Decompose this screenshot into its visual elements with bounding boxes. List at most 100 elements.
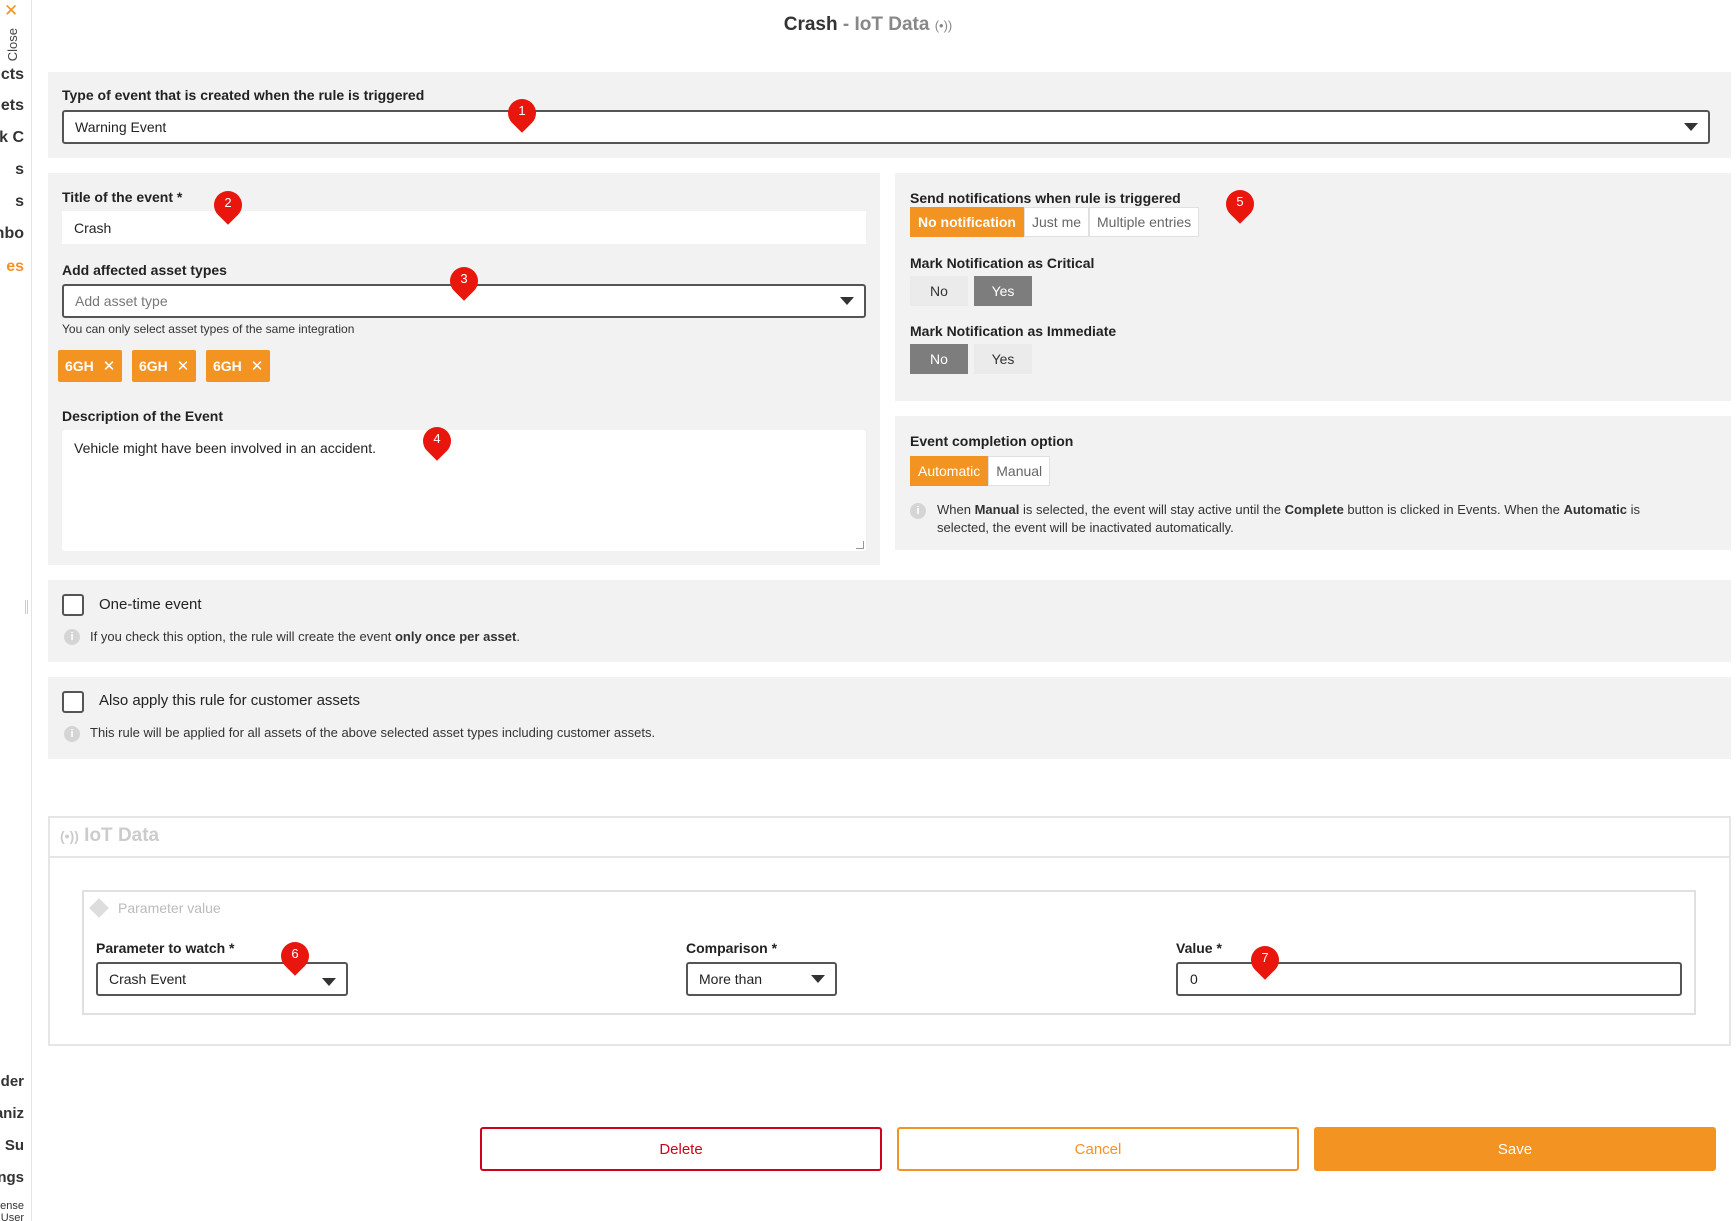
description-label: Description of the Event xyxy=(62,408,224,424)
completion-info: When Manual is selected, the event will … xyxy=(937,501,1677,537)
save-button[interactable]: Save xyxy=(1314,1127,1716,1171)
comparison-label: Comparison * xyxy=(686,940,778,956)
no-notification-option[interactable]: No notification xyxy=(910,207,1024,237)
customer-assets-checkbox[interactable] xyxy=(62,691,84,713)
asset-type-tag: 6GH ✕ xyxy=(132,350,197,382)
sidebar-item-active[interactable]: es xyxy=(6,258,24,276)
iot-data-title: (•)) IoT Data xyxy=(60,825,159,847)
event-title-value: Crash xyxy=(74,219,112,236)
one-time-info: If you check this option, the rule will … xyxy=(90,628,520,646)
resize-grip-icon[interactable] xyxy=(25,600,28,614)
customer-assets-panel xyxy=(48,677,1731,759)
sidebar-item[interactable]: aniz xyxy=(0,1105,24,1122)
iot-data-section: (•)) IoT Data Parameter value xyxy=(48,816,1731,1046)
remove-tag-icon[interactable]: ✕ xyxy=(251,357,264,375)
description-textarea[interactable]: Vehicle might have been involved in an a… xyxy=(62,430,866,551)
info-icon: i xyxy=(910,503,926,519)
immediate-toggle: No Yes xyxy=(910,344,1038,374)
page-title: Crash - IoT Data (•)) xyxy=(0,14,1736,36)
critical-label: Mark Notification as Critical xyxy=(910,255,1095,271)
one-time-label[interactable]: One-time event xyxy=(99,596,202,613)
title-separator: - xyxy=(837,14,855,35)
delete-button[interactable]: Delete xyxy=(480,1127,882,1171)
sidebar-item[interactable]: k C xyxy=(0,129,24,147)
broadcast-icon: (•)) xyxy=(60,828,79,844)
annotation-marker: 7 xyxy=(1245,940,1285,980)
event-title-input[interactable]: Crash xyxy=(62,211,866,244)
info-text: . xyxy=(516,629,520,644)
one-time-panel xyxy=(48,580,1731,662)
info-bold: only once per asset xyxy=(394,629,517,644)
iot-data-title-text: IoT Data xyxy=(84,825,160,846)
one-time-checkbox[interactable] xyxy=(62,594,84,616)
sidebar: ✕ Close cts ets k C s s hbo es der aniz … xyxy=(0,0,32,1221)
rule-type: IoT Data xyxy=(854,14,930,35)
value-text: 0 xyxy=(1190,971,1198,987)
chevron-down-icon xyxy=(1684,123,1698,131)
info-bold: Manual xyxy=(974,502,1020,517)
event-type-select[interactable]: Warning Event xyxy=(62,110,1710,144)
rule-title: Crash xyxy=(783,14,838,35)
info-icon: i xyxy=(64,629,80,645)
parameter-select[interactable]: Crash Event xyxy=(96,962,348,996)
info-text: button is clicked in Events. When the xyxy=(1343,502,1564,517)
info-bold: Automatic xyxy=(1563,502,1628,517)
immediate-no-option[interactable]: No xyxy=(910,344,968,374)
annotation-marker: 1 xyxy=(502,93,542,133)
immediate-label: Mark Notification as Immediate xyxy=(910,323,1117,339)
diamond-icon xyxy=(89,898,109,918)
sidebar-item[interactable]: ngs xyxy=(0,1169,24,1186)
asset-type-tag-label: 6GH xyxy=(139,358,168,374)
sidebar-item[interactable]: hbo xyxy=(0,225,24,243)
manual-option[interactable]: Manual xyxy=(988,456,1051,486)
critical-toggle: No Yes xyxy=(910,276,1038,306)
asset-type-tag-label: 6GH xyxy=(65,358,94,374)
multiple-entries-option[interactable]: Multiple entries xyxy=(1089,207,1200,237)
asset-types-hint: You can only select asset types of the s… xyxy=(62,322,355,336)
parameter-label: Parameter to watch * xyxy=(96,940,235,956)
value-label: Value * xyxy=(1176,940,1222,956)
just-me-option[interactable]: Just me xyxy=(1024,207,1090,237)
event-type-label: Type of event that is created when the r… xyxy=(62,87,425,103)
immediate-yes-option[interactable]: Yes xyxy=(974,344,1032,374)
comparison-value: More than xyxy=(699,971,763,987)
info-text: When xyxy=(937,502,975,517)
notifications-toggle: No notification Just me Multiple entries xyxy=(910,207,1200,237)
sidebar-item[interactable]: ets xyxy=(1,97,24,115)
info-bold: Complete xyxy=(1284,502,1344,517)
automatic-option[interactable]: Automatic xyxy=(910,456,989,486)
comparison-select[interactable]: More than xyxy=(686,962,837,996)
asset-type-tag: 6GH ✕ xyxy=(58,350,123,382)
iot-data-header: (•)) IoT Data xyxy=(50,818,1729,858)
asset-type-tag: 6GH ✕ xyxy=(206,350,271,382)
parameter-value: Crash Event xyxy=(109,971,187,987)
notifications-label: Send notifications when rule is triggere… xyxy=(910,190,1181,206)
sidebar-item[interactable]: s xyxy=(15,193,24,211)
sidebar-item[interactable]: der xyxy=(1,1073,24,1090)
customer-assets-label[interactable]: Also apply this rule for customer assets xyxy=(99,692,360,709)
remove-tag-icon[interactable]: ✕ xyxy=(177,357,190,375)
event-title-label: Title of the event * xyxy=(62,189,183,205)
cancel-button[interactable]: Cancel xyxy=(897,1127,1299,1171)
sidebar-item[interactable]: cts xyxy=(1,66,24,84)
parameter-value-header: Parameter value xyxy=(89,898,221,918)
annotation-marker: 2 xyxy=(208,185,248,225)
resize-handle-icon[interactable] xyxy=(856,541,864,549)
info-text: is selected, the event will stay active … xyxy=(1019,502,1285,517)
chevron-down-icon xyxy=(840,297,854,305)
completion-toggle: Automatic Manual xyxy=(910,456,1051,486)
critical-yes-option[interactable]: Yes xyxy=(974,276,1032,306)
parameter-value-box: Parameter value xyxy=(82,890,1696,1015)
user-label: User xyxy=(0,1212,24,1221)
remove-tag-icon[interactable]: ✕ xyxy=(103,357,116,375)
annotation-marker: 4 xyxy=(417,421,457,461)
annotation-marker: 5 xyxy=(1220,184,1260,224)
critical-no-option[interactable]: No xyxy=(910,276,968,306)
chevron-down-icon xyxy=(322,978,336,986)
asset-type-tag-label: 6GH xyxy=(213,358,242,374)
chevron-down-icon xyxy=(811,975,825,983)
completion-label: Event completion option xyxy=(910,433,1074,449)
asset-types-label: Add affected asset types xyxy=(62,262,227,278)
sidebar-item[interactable]: s xyxy=(15,161,24,179)
sidebar-item[interactable]: d Su xyxy=(0,1137,24,1154)
